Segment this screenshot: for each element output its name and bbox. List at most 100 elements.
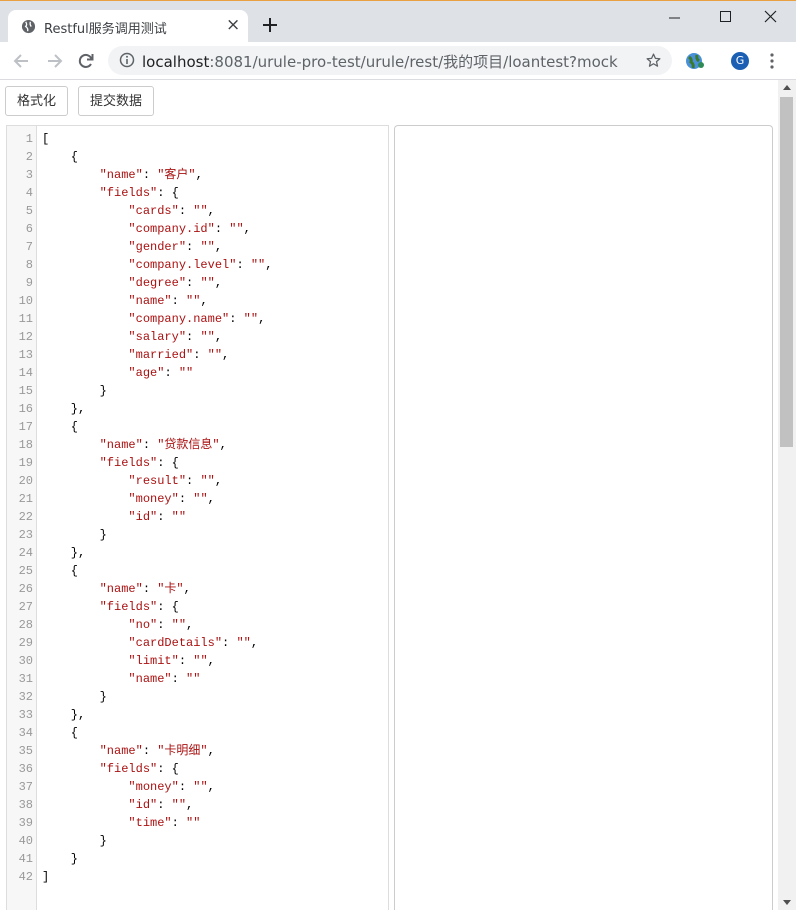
url-host: localhost xyxy=(142,53,210,71)
code-text: "salary": "", xyxy=(128,330,223,344)
browser-titlebar: Restful服务调用测试 × xyxy=(0,0,796,43)
code-text: "fields": { xyxy=(99,456,179,470)
code-text: "id": "" xyxy=(128,510,187,524)
code-text: { xyxy=(42,420,79,434)
code-text: { xyxy=(42,564,79,578)
code-text: "cards": "", xyxy=(128,204,215,218)
line-number: 17 xyxy=(18,420,33,434)
line-number: 38 xyxy=(18,798,33,812)
line-number: 26 xyxy=(18,582,33,596)
line-number: 25 xyxy=(18,564,33,578)
line-number: 12 xyxy=(18,330,33,344)
code-text: "gender": "", xyxy=(128,240,223,254)
line-number: 41 xyxy=(18,852,33,866)
info-icon[interactable] xyxy=(119,52,135,68)
line-number: 6 xyxy=(25,222,33,236)
address-bar[interactable]: localhost:8081/urule-pro-test/urule/rest… xyxy=(108,46,672,75)
code-text: } xyxy=(42,852,79,866)
line-number: 28 xyxy=(18,618,33,632)
code-text: } xyxy=(42,528,107,542)
code-text: "id": "", xyxy=(128,798,194,812)
result-panel xyxy=(394,125,773,910)
scrollbar-thumb[interactable] xyxy=(780,97,793,447)
forward-icon[interactable] xyxy=(44,51,64,71)
submit-data-button[interactable]: 提交数据 xyxy=(78,86,155,116)
code-text: { xyxy=(42,726,79,740)
line-number: 29 xyxy=(18,636,33,650)
line-number: 35 xyxy=(18,744,33,758)
code-text: "company.id": "", xyxy=(128,222,251,236)
scroll-up-arrow-icon[interactable] xyxy=(783,85,791,90)
code-text: "name": "客户", xyxy=(99,168,203,182)
line-number: 31 xyxy=(18,672,33,686)
code-text: "name": "卡", xyxy=(99,582,191,596)
code-text: ] xyxy=(42,870,50,884)
code-text: { xyxy=(42,150,79,164)
line-number: 10 xyxy=(18,294,33,308)
code-text: "name": "贷款信息", xyxy=(99,438,227,452)
new-tab-icon[interactable] xyxy=(259,14,281,36)
minimize-icon[interactable] xyxy=(665,8,685,28)
tab-close-icon[interactable]: × xyxy=(226,16,240,34)
code-text: "fields": { xyxy=(99,762,179,776)
tab-title: Restful服务调用测试 xyxy=(44,22,167,37)
code-text: "cardDetails": "", xyxy=(128,636,259,650)
code-text: } xyxy=(42,834,107,848)
more-menu-icon[interactable] xyxy=(768,52,776,70)
code-text: "age": "" xyxy=(128,366,194,380)
extension-globe-icon[interactable] xyxy=(685,52,705,70)
bookmark-star-icon[interactable] xyxy=(645,52,662,69)
line-number: 19 xyxy=(18,456,33,470)
line-number: 20 xyxy=(18,474,33,488)
url-path: :8081/urule-pro-test/urule/rest/我的项目/loa… xyxy=(209,53,618,71)
maximize-icon[interactable] xyxy=(716,8,736,28)
line-number: 13 xyxy=(18,348,33,362)
code-text: } xyxy=(42,690,107,704)
format-button[interactable]: 格式化 xyxy=(5,86,69,116)
line-number: 30 xyxy=(18,654,33,668)
browser-tab[interactable]: Restful服务调用测试 × xyxy=(8,10,248,43)
line-number: 16 xyxy=(18,402,33,416)
code-text: "name": "" xyxy=(128,672,201,686)
line-number: 22 xyxy=(18,510,33,524)
line-number: 14 xyxy=(18,366,33,380)
line-number: 23 xyxy=(18,528,33,542)
code-text: "degree": "", xyxy=(128,276,223,290)
code-text: "name": "卡明细", xyxy=(99,744,215,758)
line-number: 32 xyxy=(18,690,33,704)
back-icon[interactable] xyxy=(12,51,32,71)
page-scrollbar[interactable] xyxy=(778,80,796,910)
code-text: "money": "", xyxy=(128,780,215,794)
code-text: [ xyxy=(42,132,50,146)
json-editor[interactable]: 1 [2 {3 "name": "客户", 4 "fields": {5 "card… xyxy=(6,125,389,910)
code-text: "fields": { xyxy=(99,186,179,200)
line-number: 3 xyxy=(25,168,33,182)
code-text: "married": "", xyxy=(128,348,230,362)
code-text: "company.level": "", xyxy=(128,258,273,272)
reload-icon[interactable] xyxy=(76,51,96,71)
code-text: "result": "", xyxy=(128,474,223,488)
page-content: 格式化 提交数据 1 [2 {3 "name": "客户", 4 "fields":… xyxy=(0,80,778,910)
line-number: 15 xyxy=(18,384,33,398)
code-text: "no": "", xyxy=(128,618,194,632)
close-window-icon[interactable] xyxy=(761,8,781,28)
profile-avatar[interactable]: G xyxy=(731,52,749,70)
line-number: 37 xyxy=(18,780,33,794)
line-number: 18 xyxy=(18,438,33,452)
code-text: "money": "", xyxy=(128,492,215,506)
line-number: 1 xyxy=(25,132,33,146)
line-number: 21 xyxy=(18,492,33,506)
code-text: }, xyxy=(42,708,86,722)
line-number: 24 xyxy=(18,546,33,560)
scroll-down-arrow-icon[interactable] xyxy=(783,900,791,905)
browser-toolbar: localhost:8081/urule-pro-test/urule/rest… xyxy=(0,42,796,80)
line-number: 4 xyxy=(25,186,33,200)
code-text: }, xyxy=(42,546,86,560)
line-number: 8 xyxy=(25,258,33,272)
line-number: 42 xyxy=(18,870,33,884)
url-text[interactable]: localhost:8081/urule-pro-test/urule/rest… xyxy=(142,51,618,72)
code-text: }, xyxy=(42,402,86,416)
code-text: "fields": { xyxy=(99,600,179,614)
line-number: 11 xyxy=(18,312,33,326)
line-number: 7 xyxy=(25,240,33,254)
